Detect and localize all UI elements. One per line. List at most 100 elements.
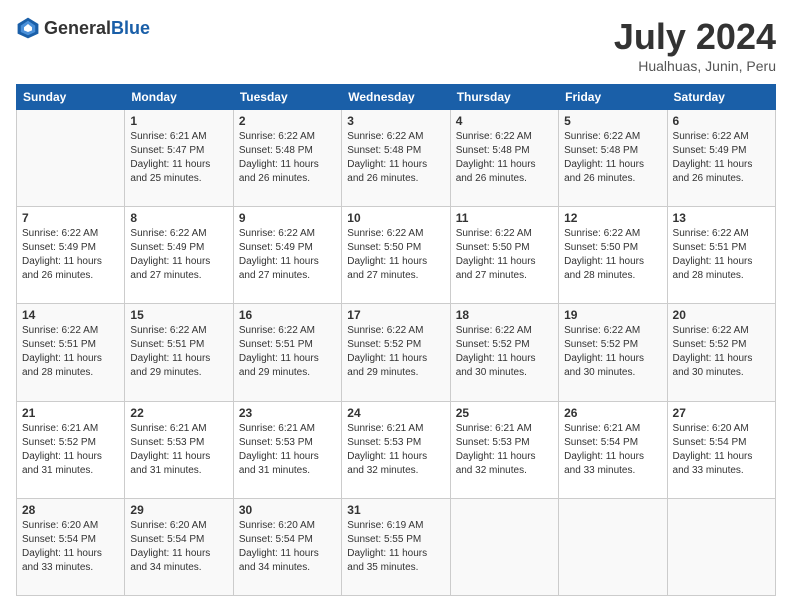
calendar-week-row: 14 Sunrise: 6:22 AMSunset: 5:51 PMDayligh…: [17, 304, 776, 401]
cell-info: Sunrise: 6:22 AMSunset: 5:52 PMDaylight:…: [456, 324, 553, 380]
calendar-header-friday: Friday: [559, 85, 667, 110]
day-number: 22: [130, 406, 227, 420]
day-number: 14: [22, 308, 119, 322]
cell-info: Sunrise: 6:22 AMSunset: 5:52 PMDaylight:…: [564, 324, 661, 380]
day-number: 12: [564, 211, 661, 225]
cell-info: Sunrise: 6:22 AMSunset: 5:52 PMDaylight:…: [673, 324, 770, 380]
cell-info: Sunrise: 6:22 AMSunset: 5:51 PMDaylight:…: [673, 227, 770, 283]
cell-info: Sunrise: 6:22 AMSunset: 5:49 PMDaylight:…: [239, 227, 336, 283]
cell-info: Sunrise: 6:22 AMSunset: 5:48 PMDaylight:…: [347, 130, 444, 186]
calendar-week-row: 28Sunrise: 6:20 AMSunset: 5:54 PMDayligh…: [17, 498, 776, 595]
cell-info: Sunrise: 6:20 AMSunset: 5:54 PMDaylight:…: [239, 519, 336, 575]
page: GeneralBlue July 2024 Hualhuas, Junin, P…: [0, 0, 792, 612]
cell-info: Sunrise: 6:22 AMSunset: 5:49 PMDaylight:…: [673, 130, 770, 186]
cell-info: Sunrise: 6:22 AMSunset: 5:48 PMDaylight:…: [564, 130, 661, 186]
cell-info: Sunrise: 6:22 AMSunset: 5:51 PMDaylight:…: [130, 324, 227, 380]
day-number: 24: [347, 406, 444, 420]
day-number: 11: [456, 211, 553, 225]
day-number: 3: [347, 114, 444, 128]
calendar-cell: 11 Sunrise: 6:22 AMSunset: 5:50 PMDayligh…: [450, 207, 558, 304]
day-number: 18: [456, 308, 553, 322]
day-number: 5: [564, 114, 661, 128]
calendar-week-row: 7 Sunrise: 6:22 AMSunset: 5:49 PMDaylight…: [17, 207, 776, 304]
calendar-cell: 19 Sunrise: 6:22 AMSunset: 5:52 PMDayligh…: [559, 304, 667, 401]
day-number: 10: [347, 211, 444, 225]
calendar-cell: 24 Sunrise: 6:21 AMSunset: 5:53 PMDayligh…: [342, 401, 450, 498]
calendar-week-row: 21 Sunrise: 6:21 AMSunset: 5:52 PMDayligh…: [17, 401, 776, 498]
cell-info: Sunrise: 6:22 AMSunset: 5:49 PMDaylight:…: [130, 227, 227, 283]
day-number: 29: [130, 503, 227, 517]
cell-info: Sunrise: 6:22 AMSunset: 5:51 PMDaylight:…: [239, 324, 336, 380]
day-number: 4: [456, 114, 553, 128]
calendar-cell: 25Sunrise: 6:21 AMSunset: 5:53 PMDayligh…: [450, 401, 558, 498]
calendar-cell: 23Sunrise: 6:21 AMSunset: 5:53 PMDayligh…: [233, 401, 341, 498]
day-number: 19: [564, 308, 661, 322]
cell-info: Sunrise: 6:20 AMSunset: 5:54 PMDaylight:…: [130, 519, 227, 575]
calendar-cell: 27 Sunrise: 6:20 AMSunset: 5:54 PMDayligh…: [667, 401, 775, 498]
day-number: 2: [239, 114, 336, 128]
calendar-cell: 21 Sunrise: 6:21 AMSunset: 5:52 PMDayligh…: [17, 401, 125, 498]
calendar-cell: 30 Sunrise: 6:20 AMSunset: 5:54 PMDayligh…: [233, 498, 341, 595]
calendar-header-row: SundayMondayTuesdayWednesdayThursdayFrid…: [17, 85, 776, 110]
day-number: 17: [347, 308, 444, 322]
day-number: 23: [239, 406, 336, 420]
calendar-cell: 2 Sunrise: 6:22 AMSunset: 5:48 PMDaylight…: [233, 110, 341, 207]
calendar-header-tuesday: Tuesday: [233, 85, 341, 110]
calendar-cell: 13 Sunrise: 6:22 AMSunset: 5:51 PMDayligh…: [667, 207, 775, 304]
calendar-cell: 26Sunrise: 6:21 AMSunset: 5:54 PMDayligh…: [559, 401, 667, 498]
calendar-header-saturday: Saturday: [667, 85, 775, 110]
calendar-cell: 22 Sunrise: 6:21 AMSunset: 5:53 PMDayligh…: [125, 401, 233, 498]
calendar-cell: 29 Sunrise: 6:20 AMSunset: 5:54 PMDayligh…: [125, 498, 233, 595]
calendar-cell: 14 Sunrise: 6:22 AMSunset: 5:51 PMDayligh…: [17, 304, 125, 401]
day-number: 9: [239, 211, 336, 225]
calendar-cell: 1Sunrise: 6:21 AMSunset: 5:47 PMDaylight…: [125, 110, 233, 207]
calendar-header-monday: Monday: [125, 85, 233, 110]
calendar-cell: 3 Sunrise: 6:22 AMSunset: 5:48 PMDaylight…: [342, 110, 450, 207]
logo-text: GeneralBlue: [44, 18, 150, 39]
calendar-cell: 4 Sunrise: 6:22 AMSunset: 5:48 PMDaylight…: [450, 110, 558, 207]
cell-info: Sunrise: 6:22 AMSunset: 5:50 PMDaylight:…: [456, 227, 553, 283]
day-number: 30: [239, 503, 336, 517]
calendar-table: SundayMondayTuesdayWednesdayThursdayFrid…: [16, 84, 776, 596]
calendar-cell: [450, 498, 558, 595]
calendar-cell: [17, 110, 125, 207]
logo-icon: [16, 16, 40, 40]
cell-info: Sunrise: 6:20 AMSunset: 5:54 PMDaylight:…: [673, 422, 770, 478]
calendar-cell: [559, 498, 667, 595]
calendar-cell: 8Sunrise: 6:22 AMSunset: 5:49 PMDaylight…: [125, 207, 233, 304]
day-number: 31: [347, 503, 444, 517]
day-number: 20: [673, 308, 770, 322]
calendar-cell: 10Sunrise: 6:22 AMSunset: 5:50 PMDayligh…: [342, 207, 450, 304]
cell-info: Sunrise: 6:21 AMSunset: 5:52 PMDaylight:…: [22, 422, 119, 478]
calendar-cell: 12 Sunrise: 6:22 AMSunset: 5:50 PMDayligh…: [559, 207, 667, 304]
cell-info: Sunrise: 6:22 AMSunset: 5:49 PMDaylight:…: [22, 227, 119, 283]
day-number: 13: [673, 211, 770, 225]
cell-info: Sunrise: 6:22 AMSunset: 5:51 PMDaylight:…: [22, 324, 119, 380]
cell-info: Sunrise: 6:20 AMSunset: 5:54 PMDaylight:…: [22, 519, 119, 575]
cell-info: Sunrise: 6:21 AMSunset: 5:53 PMDaylight:…: [456, 422, 553, 478]
calendar-cell: 6 Sunrise: 6:22 AMSunset: 5:49 PMDaylight…: [667, 110, 775, 207]
cell-info: Sunrise: 6:22 AMSunset: 5:50 PMDaylight:…: [564, 227, 661, 283]
cell-info: Sunrise: 6:22 AMSunset: 5:52 PMDaylight:…: [347, 324, 444, 380]
cell-info: Sunrise: 6:19 AMSunset: 5:55 PMDaylight:…: [347, 519, 444, 575]
calendar-cell: 20 Sunrise: 6:22 AMSunset: 5:52 PMDayligh…: [667, 304, 775, 401]
day-number: 27: [673, 406, 770, 420]
day-number: 6: [673, 114, 770, 128]
title-block: July 2024 Hualhuas, Junin, Peru: [614, 16, 776, 74]
day-number: 16: [239, 308, 336, 322]
calendar-header-thursday: Thursday: [450, 85, 558, 110]
day-number: 21: [22, 406, 119, 420]
cell-info: Sunrise: 6:21 AMSunset: 5:53 PMDaylight:…: [130, 422, 227, 478]
calendar-cell: 5 Sunrise: 6:22 AMSunset: 5:48 PMDaylight…: [559, 110, 667, 207]
cell-info: Sunrise: 6:22 AMSunset: 5:48 PMDaylight:…: [456, 130, 553, 186]
calendar-cell: 15Sunrise: 6:22 AMSunset: 5:51 PMDayligh…: [125, 304, 233, 401]
logo: GeneralBlue: [16, 16, 150, 40]
day-number: 26: [564, 406, 661, 420]
calendar-header-wednesday: Wednesday: [342, 85, 450, 110]
month-title: July 2024: [614, 16, 776, 58]
day-number: 7: [22, 211, 119, 225]
calendar-header-sunday: Sunday: [17, 85, 125, 110]
cell-info: Sunrise: 6:22 AMSunset: 5:48 PMDaylight:…: [239, 130, 336, 186]
cell-info: Sunrise: 6:21 AMSunset: 5:47 PMDaylight:…: [130, 130, 227, 186]
cell-info: Sunrise: 6:21 AMSunset: 5:53 PMDaylight:…: [347, 422, 444, 478]
